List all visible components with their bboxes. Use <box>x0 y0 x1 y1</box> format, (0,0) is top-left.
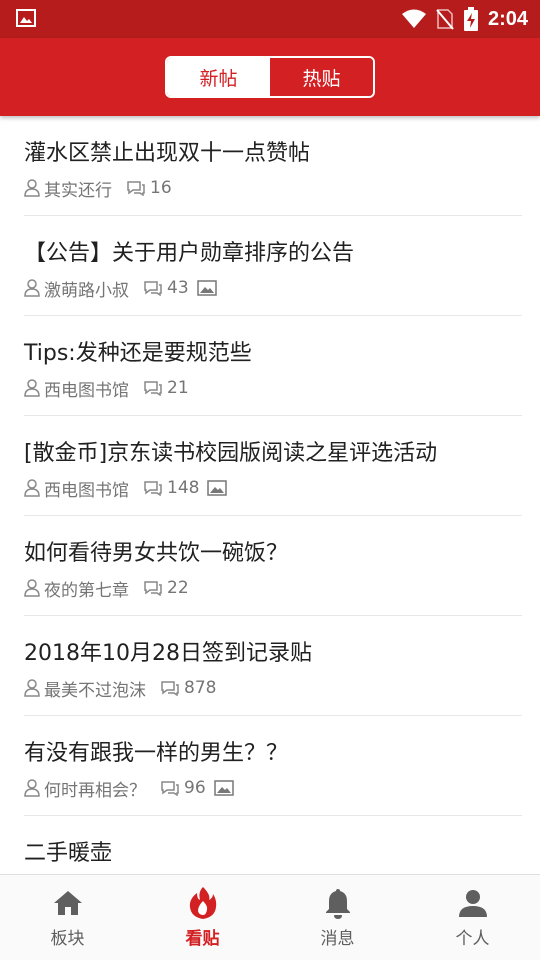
post-item[interactable]: 如何看待男女共饮一碗饭？ 夜的第七章 22 <box>24 516 522 616</box>
post-title: 如何看待男女共饮一碗饭？ <box>24 541 289 566</box>
nav-label: 个人 <box>455 929 490 949</box>
post-meta: 何时再相会？ 96 <box>24 777 234 801</box>
nav-messages[interactable]: 消息 <box>270 875 405 960</box>
tab-new-posts[interactable]: 新帖 <box>167 58 270 96</box>
post-item[interactable]: Tips:发种还是要规范些 西电图书馆 21 <box>24 316 522 416</box>
post-item[interactable]: 2018年10月28日签到记录贴 最美不过泡沫 878 <box>24 616 522 716</box>
post-title: [散金币]京东读书校园版阅读之星评选活动 <box>24 441 438 466</box>
post-meta: 最美不过泡沫 878 <box>24 677 217 701</box>
post-item[interactable]: 灌水区禁止出现双十一点赞帖 其实还行 16 <box>24 116 522 216</box>
post-reply-count: 878 <box>184 678 217 698</box>
nav-label: 看贴 <box>185 929 220 949</box>
post-type-toggle: 新帖 热贴 <box>165 56 375 98</box>
post-meta: 其实还行 16 <box>24 177 172 201</box>
nav-browse-posts[interactable]: 看贴 <box>135 875 270 960</box>
post-title: 有没有跟我一样的男生？？ <box>24 741 289 766</box>
fire-icon <box>189 887 216 919</box>
nav-label: 消息 <box>320 929 355 949</box>
post-reply-count: 148 <box>167 478 200 498</box>
image-attachment-icon <box>213 780 234 796</box>
post-author: 最美不过泡沫 <box>44 680 146 701</box>
image-attachment-icon <box>207 480 228 496</box>
post-author: 西电图书馆 <box>44 380 129 401</box>
post-item[interactable]: 【公告】关于用户勋章排序的公告 激萌路小叔 43 <box>24 216 522 316</box>
post-author: 何时再相会？ <box>44 780 146 801</box>
app-bar: 新帖 热贴 <box>0 38 540 116</box>
comment-icon <box>144 281 162 296</box>
home-icon <box>53 891 82 915</box>
comment-icon <box>127 181 145 196</box>
status-bar: 2:04 <box>0 0 540 38</box>
user-icon <box>24 579 40 597</box>
image-attachment-icon <box>196 280 217 296</box>
post-meta: 西电图书馆 21 <box>24 377 189 401</box>
bottom-nav: 板块 看贴 消息 个人 <box>0 874 540 960</box>
user-icon <box>24 279 40 297</box>
no-sim-icon <box>436 9 454 30</box>
post-reply-count: 21 <box>167 378 189 398</box>
battery-charging-icon <box>463 7 478 31</box>
user-icon <box>24 479 40 497</box>
post-author: 其实还行 <box>44 180 112 201</box>
user-icon <box>24 679 40 697</box>
bell-icon <box>325 889 350 919</box>
post-title: 二手暖壶 <box>24 841 113 866</box>
image-notification-icon <box>16 9 36 27</box>
nav-label: 板块 <box>50 929 85 949</box>
user-icon <box>24 779 40 797</box>
person-icon <box>458 890 487 917</box>
post-reply-count: 43 <box>167 278 189 298</box>
post-author: 激萌路小叔 <box>44 280 129 301</box>
post-meta: 激萌路小叔 43 <box>24 277 217 301</box>
nav-profile[interactable]: 个人 <box>405 875 540 960</box>
user-icon <box>24 379 40 397</box>
comment-icon <box>144 581 162 596</box>
nav-boards[interactable]: 板块 <box>0 875 135 960</box>
comment-icon <box>144 481 162 496</box>
post-meta: 西电图书馆 148 <box>24 477 228 501</box>
post-reply-count: 22 <box>167 578 189 598</box>
post-meta: 夜的第七章 22 <box>24 577 189 601</box>
user-icon <box>24 179 40 197</box>
comment-icon <box>161 781 179 796</box>
tab-hot-posts[interactable]: 热贴 <box>270 58 373 96</box>
post-item[interactable]: 二手暖壶 <box>24 816 522 874</box>
comment-icon <box>161 681 179 696</box>
wifi-icon <box>401 9 426 28</box>
post-title: 2018年10月28日签到记录贴 <box>24 641 312 666</box>
post-item[interactable]: 有没有跟我一样的男生？？ 何时再相会？ 96 <box>24 716 522 816</box>
post-author: 西电图书馆 <box>44 480 129 501</box>
post-title: 灌水区禁止出现双十一点赞帖 <box>24 141 311 166</box>
post-list: 灌水区禁止出现双十一点赞帖 其实还行 16 【公告】关于用户勋章排序的公告 激萌… <box>0 116 540 874</box>
post-title: 【公告】关于用户勋章排序的公告 <box>24 241 355 266</box>
post-title: Tips:发种还是要规范些 <box>24 341 252 366</box>
post-item[interactable]: [散金币]京东读书校园版阅读之星评选活动 西电图书馆 148 <box>24 416 522 516</box>
post-reply-count: 96 <box>184 778 206 798</box>
comment-icon <box>144 381 162 396</box>
post-reply-count: 16 <box>150 178 172 198</box>
post-author: 夜的第七章 <box>44 580 129 601</box>
status-time: 2:04 <box>487 7 528 30</box>
